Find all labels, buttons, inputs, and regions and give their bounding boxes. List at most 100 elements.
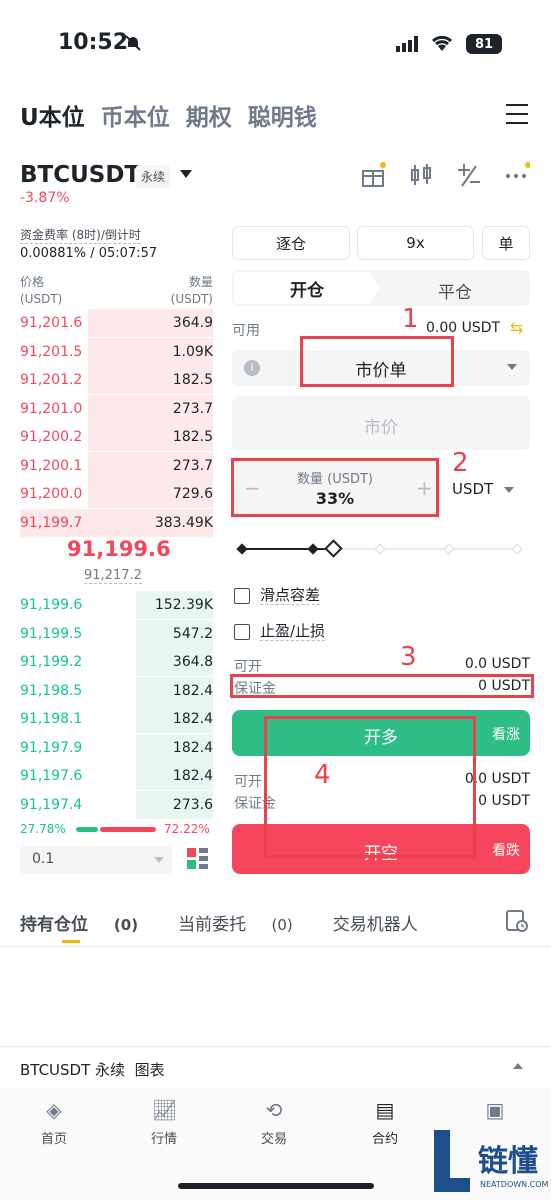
ask-price: 91,201.5: [20, 343, 83, 360]
annotation-number-2: 2: [452, 448, 469, 478]
orderbook-layout-icon[interactable]: [187, 848, 209, 874]
wallet-icon: ▣: [485, 1098, 505, 1122]
slider-thumb[interactable]: [324, 539, 343, 558]
qty-unit: (USDT): [170, 292, 213, 306]
short-margin-value: 0 USDT: [478, 793, 530, 809]
bid-quantity: 364.8: [172, 654, 213, 670]
slider-stop-0: [236, 543, 248, 555]
signal-icon: [396, 36, 418, 56]
qty-label: 数量: [188, 275, 213, 289]
chevron-down-icon: [504, 486, 514, 493]
slippage-checkbox-row[interactable]: 滑点容差: [234, 584, 321, 605]
bid-row[interactable]: 91,199.5 547.2: [20, 619, 213, 648]
candlestick-icon[interactable]: [408, 162, 434, 192]
symbol-title[interactable]: BTCUSDT: [20, 162, 140, 188]
slider-stop-25: [307, 543, 319, 555]
bid-row[interactable]: 91,199.6 152.39K: [20, 591, 213, 619]
ask-quantity: 364.9: [172, 315, 213, 331]
gift-icon[interactable]: [360, 162, 386, 192]
chevron-down-icon: [154, 857, 164, 863]
bid-price: 91,199.2: [20, 654, 83, 670]
caret-down-icon[interactable]: [180, 170, 192, 178]
nav-trade[interactable]: ⟲ 交易: [244, 1098, 304, 1147]
ask-row[interactable]: 91,199.7 383.49K: [20, 508, 213, 537]
calculator-icon[interactable]: [456, 162, 482, 192]
nav-markets[interactable]: 📈︎ 行情: [134, 1098, 194, 1147]
bid-row[interactable]: 91,197.9 182.4: [20, 733, 213, 762]
home-indicator: [178, 1183, 374, 1189]
slider-stop-50: [374, 543, 386, 555]
mark-price[interactable]: 91,217.2: [84, 568, 142, 584]
ask-row[interactable]: 91,201.6 364.9: [20, 309, 213, 337]
quantity-unit-label: USDT: [452, 480, 494, 498]
tab-holdings[interactable]: 持有仓位 (0): [20, 910, 158, 943]
quantity-unit-select[interactable]: USDT: [452, 480, 514, 498]
tab-open-position[interactable]: 开仓: [234, 272, 380, 304]
futures-icon: ▤: [375, 1098, 395, 1122]
ask-price: 91,199.7: [20, 514, 83, 531]
ask-price: 91,201.2: [20, 372, 83, 388]
position-mode-button[interactable]: 单: [482, 226, 530, 260]
annotation-box-2: [231, 458, 439, 517]
ask-row[interactable]: 91,200.2 182.5: [20, 423, 213, 451]
bid-row[interactable]: 91,197.4 273.6: [20, 790, 213, 819]
tab-trading-bots[interactable]: 交易机器人: [333, 910, 418, 935]
home-icon: ◈: [46, 1098, 62, 1122]
bid-price: 91,198.5: [20, 682, 83, 699]
ask-row[interactable]: 91,200.1 273.7: [20, 451, 213, 480]
nav-trade-label: 交易: [260, 1132, 287, 1147]
transfer-icon[interactable]: ⇆: [510, 318, 523, 337]
bid-row[interactable]: 91,197.6 182.4: [20, 762, 213, 790]
tab-smart-money[interactable]: 聪明钱: [248, 98, 317, 132]
menu-icon[interactable]: [506, 104, 528, 124]
status-time: 10:52: [58, 30, 129, 55]
tab-usdm[interactable]: U本位: [20, 98, 85, 132]
ask-price: 91,201.6: [20, 315, 83, 331]
holdings-count: (0): [113, 916, 139, 934]
tpsl-checkbox-row[interactable]: 止盈/止损: [234, 620, 326, 641]
nav-wallet[interactable]: ▣: [465, 1098, 525, 1128]
ask-row[interactable]: 91,201.0 273.7: [20, 394, 213, 423]
slider-stop-75: [443, 543, 455, 555]
slippage-checkbox[interactable]: [234, 587, 250, 604]
ask-row[interactable]: 91,201.5 1.09K: [20, 337, 213, 366]
nav-home[interactable]: ◈ 首页: [24, 1098, 84, 1147]
bid-row[interactable]: 91,199.2 364.8: [20, 648, 213, 676]
sell-ratio: 72.22%: [164, 822, 210, 836]
leverage-label: 9x: [406, 234, 425, 252]
last-price: 91,199.6: [67, 537, 171, 561]
ask-row[interactable]: 91,201.2 182.5: [20, 366, 213, 394]
tab-open-orders[interactable]: 当前委托 (0): [178, 910, 313, 935]
slippage-label: 滑点容差: [260, 586, 321, 605]
tab-close-position[interactable]: 平仓: [382, 278, 528, 303]
ask-quantity: 383.49K: [154, 514, 213, 531]
order-history-icon[interactable]: [505, 909, 529, 937]
funding-rate-value: 0.00881% / 05:07:57: [20, 246, 158, 261]
annotation-number-1: 1: [402, 304, 419, 334]
price-change: -3.87%: [20, 190, 70, 206]
bid-row[interactable]: 91,198.5 182.4: [20, 676, 213, 705]
tpsl-checkbox[interactable]: [234, 623, 250, 640]
annotation-box-3: [230, 674, 534, 698]
chart-bar-label: BTCUSDT 永续 图表: [20, 1061, 165, 1079]
buy-ratio: 27.78%: [20, 822, 66, 836]
bid-quantity: 182.4: [172, 739, 213, 756]
battery-icon: 81: [466, 34, 502, 54]
tab-options[interactable]: 期权: [186, 98, 232, 132]
precision-value: 0.1: [32, 851, 55, 867]
quantity-slider[interactable]: [236, 539, 523, 558]
bid-row[interactable]: 91,198.1 182.4: [20, 705, 213, 733]
chart-bar[interactable]: BTCUSDT 永续 图表: [0, 1046, 551, 1088]
precision-select[interactable]: 0.1: [20, 846, 172, 874]
funding-rate-label[interactable]: 资金费率 (8时)/倒计时: [20, 226, 141, 244]
leverage-button[interactable]: 9x: [357, 226, 474, 260]
position-tabs: 持有仓位 (0) 当前委托 (0) 交易机器人: [20, 910, 438, 943]
nav-futures[interactable]: ▤ 合约: [355, 1098, 415, 1147]
ask-quantity: 1.09K: [172, 343, 213, 360]
margin-mode-button[interactable]: 逐仓: [232, 226, 350, 260]
ask-row[interactable]: 91,200.0 729.6: [20, 480, 213, 508]
price-placeholder: 市价: [364, 418, 398, 438]
tab-coinm[interactable]: 币本位: [101, 98, 170, 132]
more-icon[interactable]: [504, 162, 531, 192]
open-orders-label: 当前委托: [178, 915, 247, 935]
